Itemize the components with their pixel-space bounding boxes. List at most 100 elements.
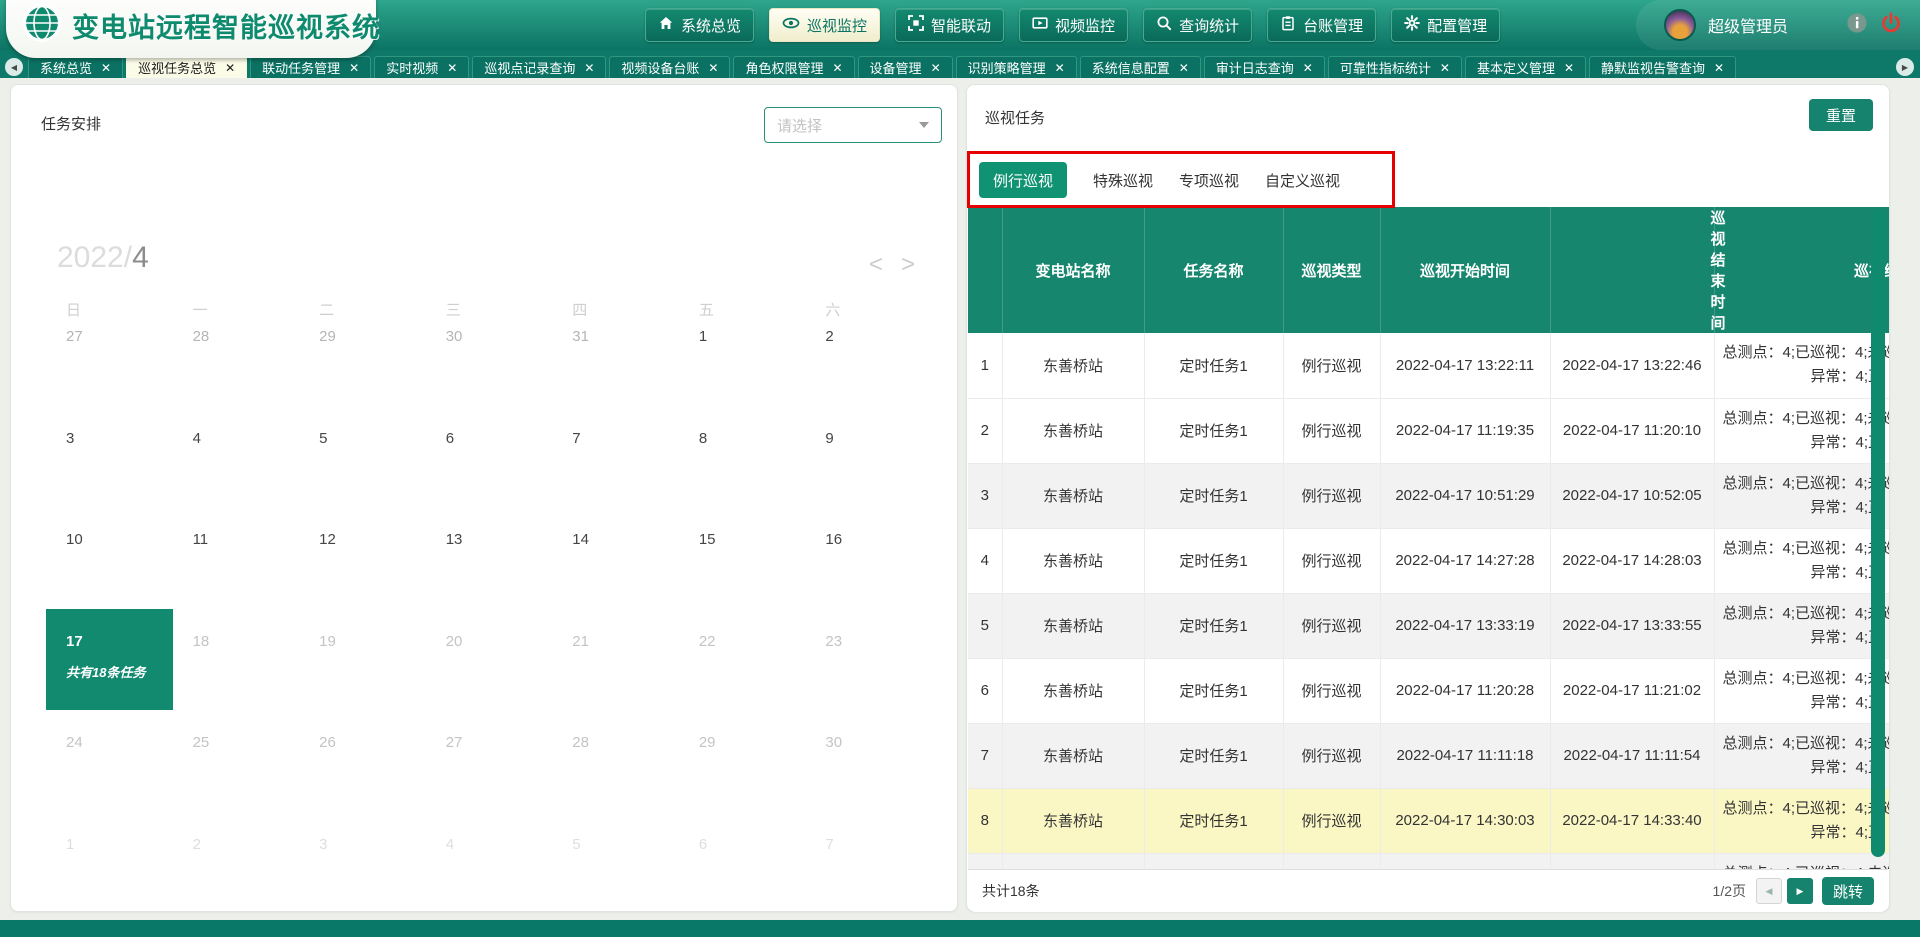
tab[interactable]: 静默监视告警查询 ✕ xyxy=(1589,56,1736,78)
calendar-day-cell[interactable]: 2 xyxy=(173,812,300,914)
table-scrollbar-thumb[interactable] xyxy=(1871,209,1885,857)
calendar-day-cell[interactable]: 29 xyxy=(299,304,426,406)
tab[interactable]: 审计日志查询 ✕ xyxy=(1204,56,1325,78)
tab-close-icon[interactable]: ✕ xyxy=(931,62,941,74)
calendar-day-cell[interactable]: 13 xyxy=(426,507,553,609)
user-avatar[interactable] xyxy=(1664,9,1696,41)
nav-query-stats[interactable]: 查询统计 xyxy=(1143,8,1252,42)
reset-button[interactable]: 重置 xyxy=(1809,99,1873,131)
info-icon[interactable] xyxy=(1846,12,1868,39)
calendar-day-cell[interactable]: 3 xyxy=(299,812,426,914)
calendar-day-cell[interactable]: 12 xyxy=(299,507,426,609)
tab[interactable]: 视频设备台账 ✕ xyxy=(609,56,730,78)
calendar-day-cell[interactable]: 19 xyxy=(299,609,426,711)
tab-close-icon[interactable]: ✕ xyxy=(101,62,111,74)
table-row[interactable]: 6 东善桥站 定时任务1 例行巡视 2022-04-17 11:20:28 20… xyxy=(968,658,1889,723)
tab[interactable]: 设备管理 ✕ xyxy=(858,56,953,78)
calendar-day-cell[interactable]: 4 xyxy=(426,812,553,914)
calendar-day-cell[interactable]: 29 xyxy=(679,710,806,812)
calendar-day-cell[interactable]: 28 xyxy=(552,710,679,812)
calendar-day-cell[interactable]: 30 xyxy=(805,710,932,812)
calendar-day-cell[interactable]: 27 xyxy=(46,304,173,406)
calendar-day-cell[interactable]: 2 xyxy=(805,304,932,406)
calendar-day-cell[interactable]: 11 xyxy=(173,507,300,609)
table-row[interactable]: 8 东善桥站 定时任务1 例行巡视 2022-04-17 14:30:03 20… xyxy=(968,788,1889,853)
tab[interactable]: 识别策略管理 ✕ xyxy=(956,56,1077,78)
tab[interactable]: 实时视频 ✕ xyxy=(374,56,469,78)
tab-close-icon[interactable]: ✕ xyxy=(1055,62,1065,74)
tab-close-icon[interactable]: ✕ xyxy=(832,62,842,74)
table-row[interactable]: 4 东善桥站 定时任务1 例行巡视 2022-04-17 14:27:28 20… xyxy=(968,528,1889,593)
calendar-day-cell[interactable]: 10 xyxy=(46,507,173,609)
calendar-prev-icon[interactable]: < xyxy=(869,253,883,277)
calendar-day-cell[interactable]: 5 xyxy=(299,406,426,508)
calendar-day-cell[interactable]: 17 共有18条任务 xyxy=(46,609,173,711)
calendar-day-cell[interactable]: 27 xyxy=(426,710,553,812)
nav-video-monitor[interactable]: 视频监控 xyxy=(1019,8,1128,42)
table-row[interactable]: 9 东善桥站 定时任务1 例行巡视 2022-04-17 13:39:28 20… xyxy=(968,853,1889,869)
calendar-day-cell[interactable]: 15 xyxy=(679,507,806,609)
tab[interactable]: 巡视任务总览 ✕ xyxy=(126,56,247,78)
tabs-scroll-left-icon[interactable]: ◀ xyxy=(5,58,23,76)
table-row[interactable]: 3 东善桥站 定时任务1 例行巡视 2022-04-17 10:51:29 20… xyxy=(968,463,1889,528)
type-tab-custom[interactable]: 自定义巡视 xyxy=(1265,170,1340,191)
calendar-day-cell[interactable]: 16 xyxy=(805,507,932,609)
nav-ledger-mgmt[interactable]: 台账管理 xyxy=(1267,8,1376,42)
table-row[interactable]: 7 东善桥站 定时任务1 例行巡视 2022-04-17 11:11:18 20… xyxy=(968,723,1889,788)
calendar-day-cell[interactable]: 14 xyxy=(552,507,679,609)
tab[interactable]: 可靠性指标统计 ✕ xyxy=(1328,56,1462,78)
schedule-filter-select[interactable]: 请选择 xyxy=(764,107,942,143)
calendar-day-cell[interactable]: 4 xyxy=(173,406,300,508)
tab[interactable]: 基本定义管理 ✕ xyxy=(1465,56,1586,78)
calendar-day-cell[interactable]: 7 xyxy=(805,812,932,914)
calendar-day-cell[interactable]: 6 xyxy=(426,406,553,508)
prev-page-icon[interactable]: ◀ xyxy=(1756,878,1782,904)
calendar-day-cell[interactable]: 20 xyxy=(426,609,553,711)
table-row[interactable]: 1 东善桥站 定时任务1 例行巡视 2022-04-17 13:22:11 20… xyxy=(968,333,1889,398)
calendar-day-cell[interactable]: 23 xyxy=(805,609,932,711)
calendar-day-cell[interactable]: 3 xyxy=(46,406,173,508)
calendar-day-cell[interactable]: 31 xyxy=(552,304,679,406)
tab-close-icon[interactable]: ✕ xyxy=(1179,62,1189,74)
tab-close-icon[interactable]: ✕ xyxy=(1303,62,1313,74)
calendar-day-cell[interactable]: 21 xyxy=(552,609,679,711)
jump-button[interactable]: 跳转 xyxy=(1822,877,1874,905)
table-row[interactable]: 2 东善桥站 定时任务1 例行巡视 2022-04-17 11:19:35 20… xyxy=(968,398,1889,463)
nav-system-overview[interactable]: 系统总览 xyxy=(645,8,754,42)
tab[interactable]: 系统总览 ✕ xyxy=(28,56,123,78)
nav-config-mgmt[interactable]: 配置管理 xyxy=(1391,8,1500,42)
calendar-day-cell[interactable]: 26 xyxy=(299,710,426,812)
next-page-icon[interactable]: ▶ xyxy=(1787,878,1813,904)
calendar-day-cell[interactable]: 6 xyxy=(679,812,806,914)
tab[interactable]: 联动任务管理 ✕ xyxy=(250,56,371,78)
calendar-day-cell[interactable]: 24 xyxy=(46,710,173,812)
tab-close-icon[interactable]: ✕ xyxy=(708,62,718,74)
calendar-day-cell[interactable]: 9 xyxy=(805,406,932,508)
tab-close-icon[interactable]: ✕ xyxy=(447,62,457,74)
calendar-day-cell[interactable]: 22 xyxy=(679,609,806,711)
calendar-day-cell[interactable]: 7 xyxy=(552,406,679,508)
table-row[interactable]: 5 东善桥站 定时任务1 例行巡视 2022-04-17 13:33:19 20… xyxy=(968,593,1889,658)
tab[interactable]: 角色权限管理 ✕ xyxy=(733,56,854,78)
tab-close-icon[interactable]: ✕ xyxy=(225,62,235,74)
tab-close-icon[interactable]: ✕ xyxy=(584,62,594,74)
calendar-day-cell[interactable]: 25 xyxy=(173,710,300,812)
tabs-scroll-right-icon[interactable]: ▶ xyxy=(1896,58,1914,76)
nav-patrol-monitor[interactable]: 巡视监控 xyxy=(769,8,880,42)
calendar-day-cell[interactable]: 28 xyxy=(173,304,300,406)
calendar-day-cell[interactable]: 30 xyxy=(426,304,553,406)
calendar-day-cell[interactable]: 1 xyxy=(679,304,806,406)
type-tab-dedicated[interactable]: 专项巡视 xyxy=(1179,170,1239,191)
nav-smart-linkage[interactable]: 智能联动 xyxy=(895,8,1004,42)
tab-close-icon[interactable]: ✕ xyxy=(1714,62,1724,74)
tab-close-icon[interactable]: ✕ xyxy=(349,62,359,74)
calendar-day-cell[interactable]: 18 xyxy=(173,609,300,711)
calendar-next-icon[interactable]: > xyxy=(901,253,915,277)
calendar-day-cell[interactable]: 8 xyxy=(679,406,806,508)
power-icon[interactable] xyxy=(1880,12,1902,39)
tab[interactable]: 系统信息配置 ✕ xyxy=(1080,56,1201,78)
tab-close-icon[interactable]: ✕ xyxy=(1564,62,1574,74)
type-tab-routine[interactable]: 例行巡视 xyxy=(979,162,1067,198)
tab[interactable]: 巡视点记录查询 ✕ xyxy=(472,56,606,78)
calendar-day-cell[interactable]: 1 xyxy=(46,812,173,914)
